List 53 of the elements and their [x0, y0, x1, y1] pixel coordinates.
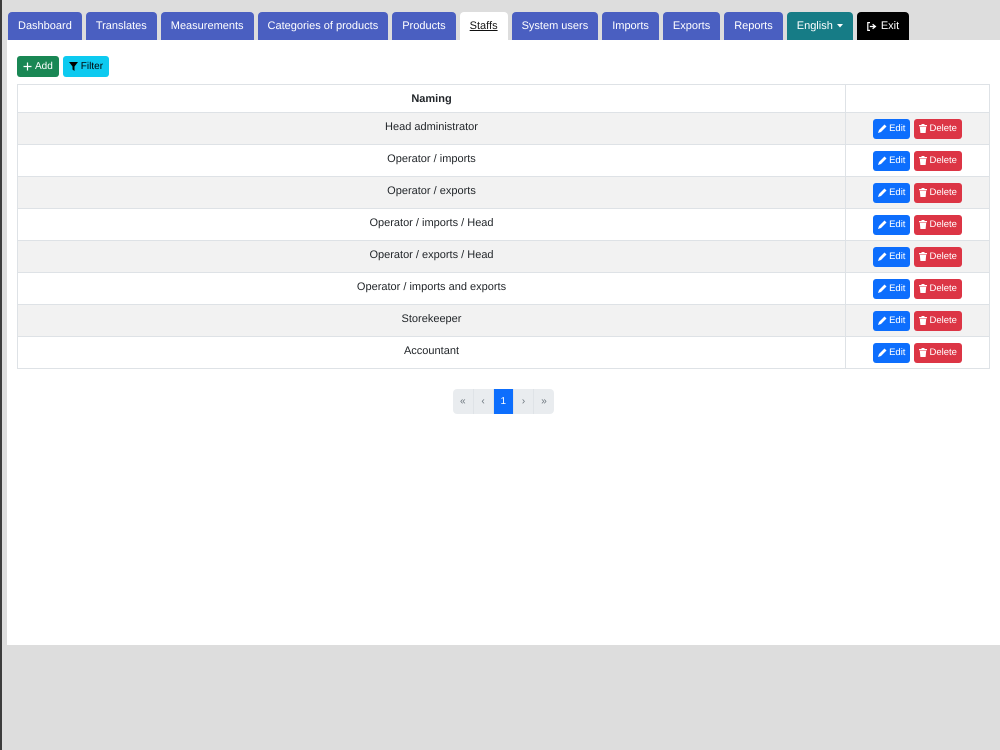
- filter-button[interactable]: Filter: [62, 56, 110, 77]
- edit-button[interactable]: Edit: [873, 246, 910, 266]
- trash-icon: [919, 316, 928, 325]
- trash-icon: [919, 124, 928, 133]
- trash-icon: [919, 188, 928, 197]
- nav-tab[interactable]: Products: [392, 12, 456, 40]
- filter-icon: [68, 62, 78, 71]
- nav-tab[interactable]: Exit: [856, 12, 910, 40]
- nav-tab[interactable]: Imports: [602, 12, 659, 40]
- edit-button[interactable]: Edit: [873, 118, 910, 138]
- caret-icon: [836, 24, 843, 28]
- add-button[interactable]: Add: [17, 56, 59, 77]
- edit-button[interactable]: Edit: [873, 214, 910, 234]
- delete-button[interactable]: Delete: [914, 342, 962, 362]
- nav-tab[interactable]: System users: [512, 12, 598, 40]
- column-header: Naming: [18, 84, 846, 112]
- nav-tab[interactable]: Staffs: [460, 12, 508, 40]
- delete-button[interactable]: Delete: [914, 246, 962, 266]
- edit-button[interactable]: Edit: [873, 182, 910, 202]
- sign-out-icon: [866, 22, 877, 30]
- nav-tab[interactable]: Reports: [724, 12, 783, 40]
- nav-tab[interactable]: Dashboard: [8, 12, 82, 40]
- pencil-icon: [878, 252, 888, 261]
- plus-icon: [23, 62, 32, 71]
- pencil-icon: [878, 188, 888, 197]
- edit-button[interactable]: Edit: [873, 150, 910, 170]
- delete-button[interactable]: Delete: [914, 310, 962, 330]
- trash-icon: [919, 252, 928, 261]
- trash-icon: [919, 348, 928, 357]
- delete-button[interactable]: Delete: [914, 150, 962, 170]
- delete-button[interactable]: Delete: [914, 118, 962, 138]
- edit-button[interactable]: Edit: [873, 342, 910, 362]
- delete-button[interactable]: Delete: [914, 278, 962, 298]
- pencil-icon: [878, 316, 888, 325]
- trash-icon: [919, 156, 928, 165]
- table-cell: Accountant: [18, 336, 846, 368]
- pencil-icon: [878, 348, 888, 357]
- trash-icon: [919, 220, 928, 229]
- pencil-icon: [878, 220, 888, 229]
- page-link[interactable]: 1: [494, 389, 514, 414]
- pencil-icon: [878, 156, 888, 165]
- nav-tab[interactable]: Translates: [86, 12, 157, 40]
- nav-tab[interactable]: Measurements: [160, 12, 254, 40]
- pencil-icon: [878, 124, 888, 133]
- edit-button[interactable]: Edit: [873, 278, 910, 298]
- nav-tab[interactable]: Categories of products: [258, 12, 388, 40]
- pencil-icon: [878, 284, 888, 293]
- nav-tab[interactable]: English: [786, 12, 853, 40]
- delete-button[interactable]: Delete: [914, 182, 962, 202]
- delete-button[interactable]: Delete: [914, 214, 962, 234]
- trash-icon: [919, 284, 928, 293]
- edit-button[interactable]: Edit: [873, 310, 910, 330]
- nav-tab[interactable]: Exports: [662, 12, 720, 40]
